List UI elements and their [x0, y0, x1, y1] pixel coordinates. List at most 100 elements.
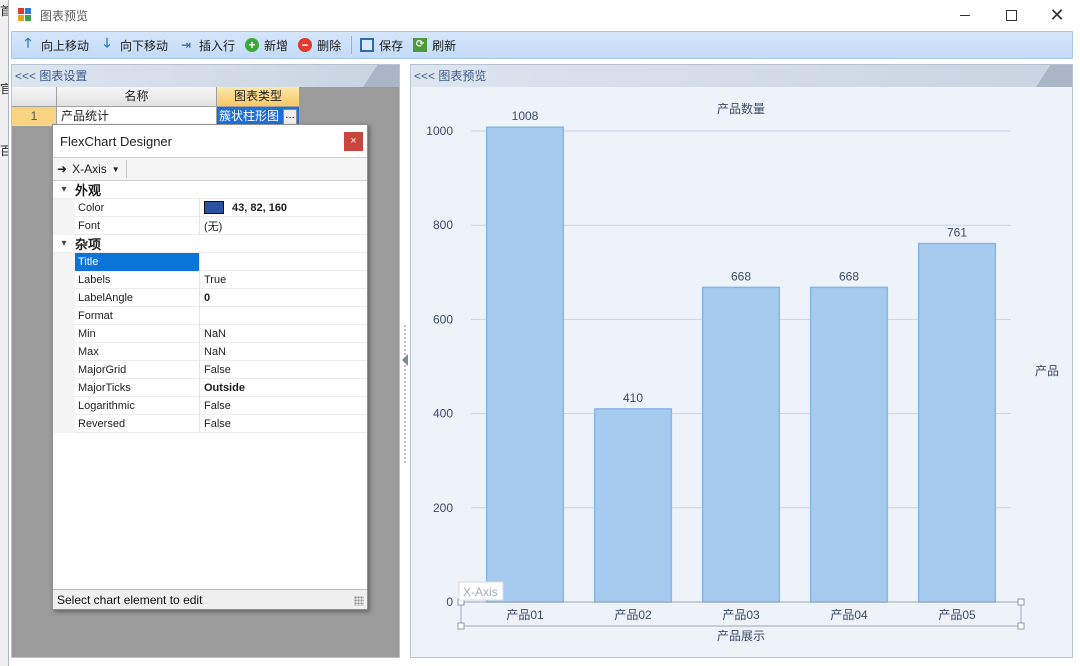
property-grid: ▾ 外观 Color 43, 82, 160 Font (无) ▾ 杂项 Title L…: [53, 181, 367, 433]
column-header-name[interactable]: 名称: [57, 87, 217, 107]
property-value-text: False: [204, 399, 231, 412]
property-value-text: (无): [204, 220, 223, 233]
property-row-min[interactable]: Min NaN: [53, 324, 367, 343]
property-row-font[interactable]: Font (无): [53, 216, 367, 235]
property-value-text: False: [204, 417, 231, 430]
x-tick-label: 产品02: [614, 608, 652, 622]
category-appearance[interactable]: ▾ 外观: [53, 181, 367, 199]
designer-title: FlexChart Designer: [60, 133, 172, 149]
x-tick-label: 产品01: [506, 608, 544, 622]
color-swatch: [204, 201, 224, 214]
x-tick-label: 产品05: [938, 608, 976, 622]
chart-settings-title: <<< 图表设置: [15, 69, 88, 83]
category-misc[interactable]: ▾ 杂项: [53, 235, 367, 253]
add-label: 新增: [264, 38, 289, 53]
designer-status-bar: Select chart element to edit: [53, 589, 367, 609]
chart-settings-header[interactable]: <<< 图表设置: [12, 65, 399, 87]
save-button[interactable]: 保存: [356, 34, 409, 56]
property-row-labelangle[interactable]: LabelAngle 0: [53, 288, 367, 307]
designer-status-text: Select chart element to edit: [57, 593, 203, 607]
designer-title-bar[interactable]: FlexChart Designer ×: [53, 125, 367, 157]
property-name[interactable]: MajorTicks: [75, 378, 200, 397]
insert-row-label: 插入行: [199, 38, 236, 53]
chart-preview-header[interactable]: <<< 图表预览: [411, 65, 1072, 87]
collapse-icon[interactable]: ▾: [53, 184, 75, 195]
data-label: 761: [947, 226, 967, 240]
column-header-chart-type[interactable]: 图表类型: [217, 87, 300, 107]
bar-产品02: [593, 408, 673, 603]
property-name[interactable]: Format: [75, 306, 200, 325]
property-row-majorgrid[interactable]: MajorGrid False: [53, 360, 367, 379]
y-tick-label: 600: [433, 312, 453, 326]
property-value-text: NaN: [204, 327, 227, 340]
bar-产品05: [917, 242, 997, 603]
move-down-label: 向下移动: [120, 38, 169, 53]
collapse-icon[interactable]: ▾: [53, 238, 75, 249]
property-name[interactable]: Labels: [75, 270, 200, 289]
bar-产品01: [485, 126, 565, 603]
move-down-button[interactable]: 🡓 向下移动: [95, 34, 174, 56]
property-row-logarithmic[interactable]: Logarithmic False: [53, 396, 367, 415]
bar-产品03: [701, 286, 781, 603]
x-tick-label: 产品03: [722, 608, 760, 622]
collapse-left-icon[interactable]: [402, 354, 408, 366]
add-button[interactable]: + 新增: [241, 34, 294, 56]
refresh-icon: ⟳: [413, 38, 428, 52]
toolbar: 🡑 向上移动 🡓 向下移动 ⇥ 插入行 + 新增 − 删除 保存 ⟳ 刷新: [11, 31, 1073, 59]
property-name[interactable]: LabelAngle: [75, 288, 200, 307]
arrow-down-icon: 🡓: [103, 35, 111, 50]
close-button[interactable]: ✕: [1034, 0, 1080, 30]
x-tick-label: 产品04: [830, 608, 868, 622]
row-index-cell[interactable]: 1: [12, 107, 57, 127]
property-row-labels[interactable]: Labels True: [53, 270, 367, 289]
title-bar[interactable]: 图表预览 ✕: [9, 0, 1080, 30]
property-row-title[interactable]: Title: [53, 252, 367, 271]
data-label: 668: [731, 269, 751, 283]
property-value[interactable]: Outside: [200, 382, 367, 394]
property-row-majorticks[interactable]: MajorTicks Outside: [53, 378, 367, 397]
insert-row-button[interactable]: ⇥ 插入行: [174, 34, 241, 56]
property-name[interactable]: Title: [75, 252, 200, 271]
property-row-format[interactable]: Format: [53, 306, 367, 325]
y-tick-label: 0: [446, 595, 453, 609]
property-value[interactable]: (无): [200, 218, 367, 234]
bar-chart[interactable]: 产品数量 0 200 400 600 800 1000 1008 产品01 410 产品02 668 产…: [411, 87, 1072, 657]
resize-grip-icon[interactable]: [354, 596, 364, 606]
property-value[interactable]: False: [200, 418, 367, 430]
property-name[interactable]: Logarithmic: [75, 396, 200, 415]
property-name[interactable]: Font: [75, 216, 200, 235]
save-icon: [360, 38, 375, 52]
minimize-button[interactable]: [942, 0, 988, 30]
property-name[interactable]: Color: [75, 198, 200, 217]
designer-close-button[interactable]: ×: [344, 131, 363, 151]
grid-corner-cell[interactable]: [12, 87, 57, 107]
property-name[interactable]: Max: [75, 342, 200, 361]
refresh-button[interactable]: ⟳ 刷新: [409, 34, 462, 56]
delete-button[interactable]: − 删除: [294, 34, 347, 56]
property-value[interactable]: NaN: [200, 346, 367, 358]
property-name[interactable]: MajorGrid: [75, 360, 200, 379]
selection-handle: [1017, 598, 1025, 606]
property-row-reversed[interactable]: Reversed False: [53, 414, 367, 433]
property-row-max[interactable]: Max NaN: [53, 342, 367, 361]
chart-type-ellipsis-button[interactable]: …: [283, 108, 297, 125]
property-value[interactable]: False: [200, 400, 367, 412]
app-icon: [18, 8, 32, 22]
panel-splitter[interactable]: [400, 64, 410, 658]
property-name[interactable]: Min: [75, 324, 200, 343]
insert-row-icon: ⇥: [181, 38, 192, 52]
element-selector-dropdown[interactable]: ➜ X-Axis ▼: [57, 160, 127, 178]
property-value[interactable]: 43, 82, 160: [200, 201, 367, 214]
property-value[interactable]: True: [200, 274, 367, 286]
property-name[interactable]: Reversed: [75, 414, 200, 433]
splitter-grip: [403, 324, 407, 464]
bar-产品04: [809, 286, 889, 603]
property-value[interactable]: NaN: [200, 328, 367, 340]
y-tick-label: 200: [433, 501, 453, 515]
selection-handle: [457, 622, 465, 630]
move-up-button[interactable]: 🡑 向上移动: [16, 34, 95, 56]
property-value[interactable]: 0: [200, 292, 367, 304]
property-row-color[interactable]: Color 43, 82, 160: [53, 198, 367, 217]
maximize-button[interactable]: [988, 0, 1034, 30]
property-value[interactable]: False: [200, 364, 367, 376]
